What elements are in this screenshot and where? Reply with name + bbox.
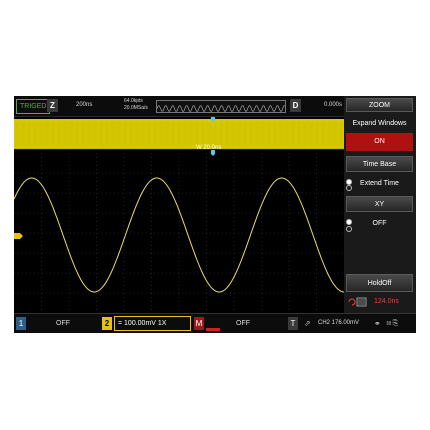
ch2-trace bbox=[14, 178, 344, 292]
delay-readout: 0.000s bbox=[304, 99, 342, 112]
expand-windows-label: Expand Windows bbox=[346, 120, 413, 127]
extend-time-option[interactable]: Extend Time bbox=[346, 180, 413, 187]
holdoff-icon bbox=[348, 296, 368, 308]
math-state: OFF bbox=[236, 317, 250, 330]
waveform-area[interactable]: W 20.0ns bbox=[14, 117, 344, 313]
timebase-readout: 200ns bbox=[76, 99, 92, 112]
ch2-level-marker-icon bbox=[14, 233, 23, 239]
xy-button[interactable]: XY bbox=[346, 196, 413, 212]
zoom-menu-title[interactable]: ZOOM bbox=[346, 98, 413, 112]
ethernet-icon: ⎂ bbox=[386, 320, 393, 327]
math-button[interactable]: M bbox=[194, 317, 204, 330]
usb-icon: ⚭ bbox=[374, 317, 381, 330]
sample-depth: 64.0kpts bbox=[124, 98, 148, 105]
status-bar: TRIGED Z 200ns 64.0kpts 20.0MSa/s D 0.00… bbox=[14, 96, 344, 117]
ch1-state: OFF bbox=[56, 317, 70, 330]
memory-overview bbox=[156, 100, 286, 113]
ch1-button[interactable]: 1 bbox=[16, 317, 26, 330]
time-base-button[interactable]: Time Base bbox=[346, 156, 413, 172]
printer-icon: ⎘ bbox=[393, 320, 400, 327]
trigger-button[interactable]: T bbox=[288, 317, 298, 330]
holdoff-row: 124.0ns bbox=[346, 294, 413, 310]
ch2-button[interactable]: 2 bbox=[102, 317, 112, 330]
ch2-setting[interactable]: = 100.00mV 1X bbox=[114, 316, 191, 331]
channel-bar: 1 OFF 2 = 100.00mV 1X M OFF T ⇗ CH2 176.… bbox=[14, 313, 416, 333]
delay-indicator: D bbox=[290, 99, 301, 112]
memory-waveform-icon bbox=[157, 103, 285, 114]
xy-option[interactable]: OFF bbox=[346, 220, 413, 227]
expand-windows-value[interactable]: ON bbox=[346, 133, 413, 151]
window-scale-label: W 20.0ns bbox=[196, 145, 221, 151]
sample-info: 64.0kpts 20.0MSa/s bbox=[124, 98, 148, 112]
zoom-indicator: Z bbox=[47, 99, 58, 112]
math-indicator bbox=[206, 328, 220, 331]
trigger-status: TRIGED bbox=[16, 99, 50, 114]
side-menu: ZOOM Expand Windows ON Time Base Extend … bbox=[344, 96, 416, 313]
oscilloscope-screen: TRIGED Z 200ns 64.0kpts 20.0MSa/s D 0.00… bbox=[14, 96, 416, 332]
trigger-info: CH2 176.00mV bbox=[318, 317, 359, 330]
main-window-band bbox=[14, 119, 344, 149]
connection-icons: ⎂⎘ bbox=[386, 317, 399, 330]
sample-rate: 20.0MSa/s bbox=[124, 105, 148, 112]
rising-edge-icon: ⇗ bbox=[304, 317, 311, 330]
holdoff-value: 124.0ns bbox=[374, 294, 399, 310]
holdoff-button[interactable]: HoldOff bbox=[346, 274, 413, 292]
waveform-display bbox=[14, 117, 344, 313]
